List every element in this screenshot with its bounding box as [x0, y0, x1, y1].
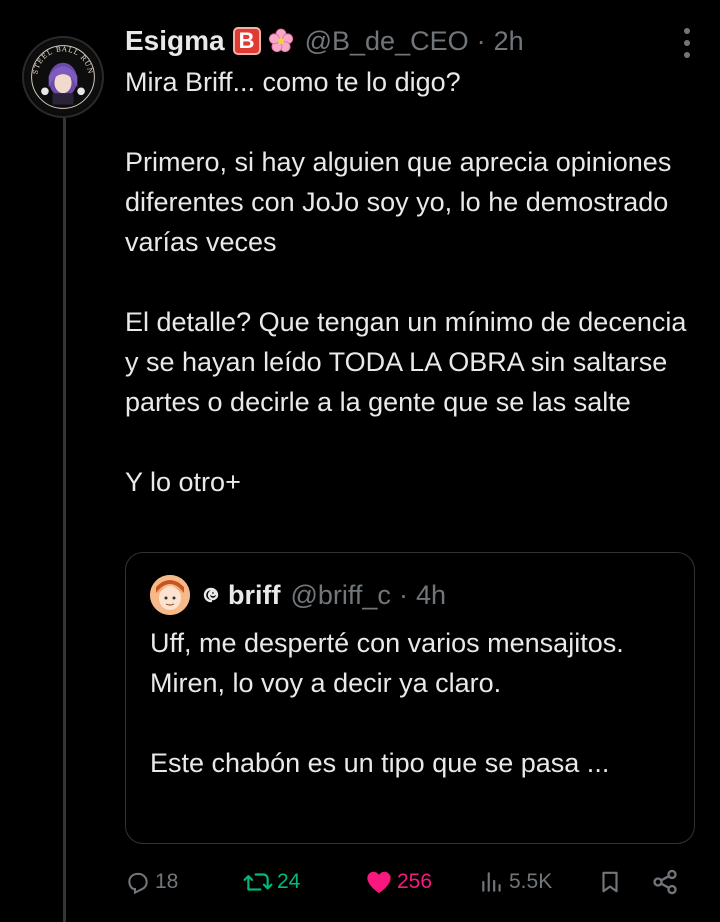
spiral-badge-icon — [200, 584, 222, 606]
quoted-timestamp[interactable]: 4h — [416, 580, 446, 611]
action-bar: 18 24 256 5.5K — [125, 862, 695, 902]
quoted-handle[interactable]: @briff_c — [290, 580, 390, 611]
reply-button[interactable]: 18 — [125, 862, 178, 902]
quoted-avatar[interactable] — [150, 575, 190, 615]
share-button[interactable] — [651, 862, 679, 902]
b-badge-icon: B — [232, 27, 261, 55]
cherry-blossom-icon — [267, 27, 295, 55]
retweet-icon — [243, 869, 273, 895]
avatar[interactable]: STEEL BALL RUN — [22, 36, 104, 118]
thread-line — [63, 108, 66, 922]
retweet-count: 24 — [277, 870, 301, 893]
quoted-display-name[interactable]: briff — [228, 580, 280, 611]
retweet-button[interactable]: 24 — [243, 862, 300, 902]
like-button[interactable]: 256 — [365, 862, 432, 902]
reply-icon — [125, 869, 151, 895]
quoted-separator: · — [398, 579, 408, 610]
bookmark-button[interactable] — [597, 862, 623, 902]
quoted-header: briff @briff_c · 4h — [200, 575, 446, 615]
tweet-text: Mira Briff... como te lo digo? Primero, … — [125, 67, 687, 497]
heart-icon — [365, 869, 393, 895]
tweet-header: Esigma B @B_de_CEO · 2h — [125, 22, 685, 60]
views-icon — [479, 869, 505, 895]
timestamp[interactable]: 2h — [494, 26, 524, 57]
handle[interactable]: @B_de_CEO — [305, 26, 469, 57]
bookmark-icon — [597, 869, 623, 895]
share-icon — [651, 868, 679, 896]
like-count: 256 — [397, 870, 433, 893]
display-name[interactable]: Esigma — [125, 25, 225, 57]
quoted-text: Uff, me desperté con varios mensajitos. … — [150, 628, 624, 778]
views-count: 5.5K — [509, 870, 553, 893]
views-button[interactable]: 5.5K — [479, 862, 552, 902]
reply-count: 18 — [155, 870, 179, 893]
more-icon[interactable] — [682, 28, 692, 58]
quoted-tweet[interactable]: briff @briff_c · 4h Uff, me desperté con… — [125, 552, 695, 844]
separator: · — [476, 25, 486, 56]
